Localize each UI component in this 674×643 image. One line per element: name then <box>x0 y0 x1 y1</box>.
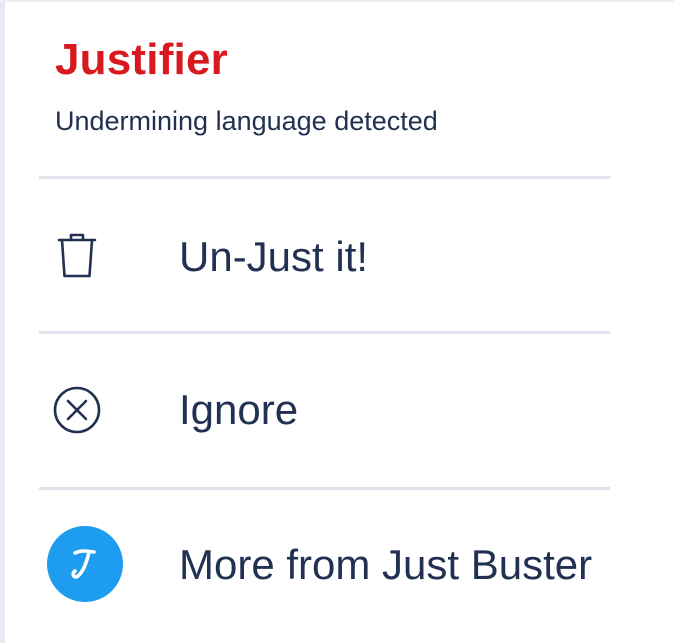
trash-icon <box>51 229 103 281</box>
menu-item-label: Un-Just it! <box>179 233 369 280</box>
menu-item-label: More from Just Buster <box>179 541 593 588</box>
just-buster-logo-icon <box>47 526 123 602</box>
unjust-it-button[interactable]: Un-Just it! <box>39 179 639 330</box>
app-title: Justifier <box>55 35 228 84</box>
justifier-popup: Justifier Undermining language detected … <box>5 2 674 643</box>
menu-item-label: Ignore <box>179 386 299 433</box>
circle-x-icon <box>51 384 103 436</box>
detection-message: Undermining language detected <box>55 106 438 136</box>
more-from-just-buster-button[interactable]: More from Just Buster <box>39 490 639 640</box>
ignore-button[interactable]: Ignore <box>39 334 639 486</box>
